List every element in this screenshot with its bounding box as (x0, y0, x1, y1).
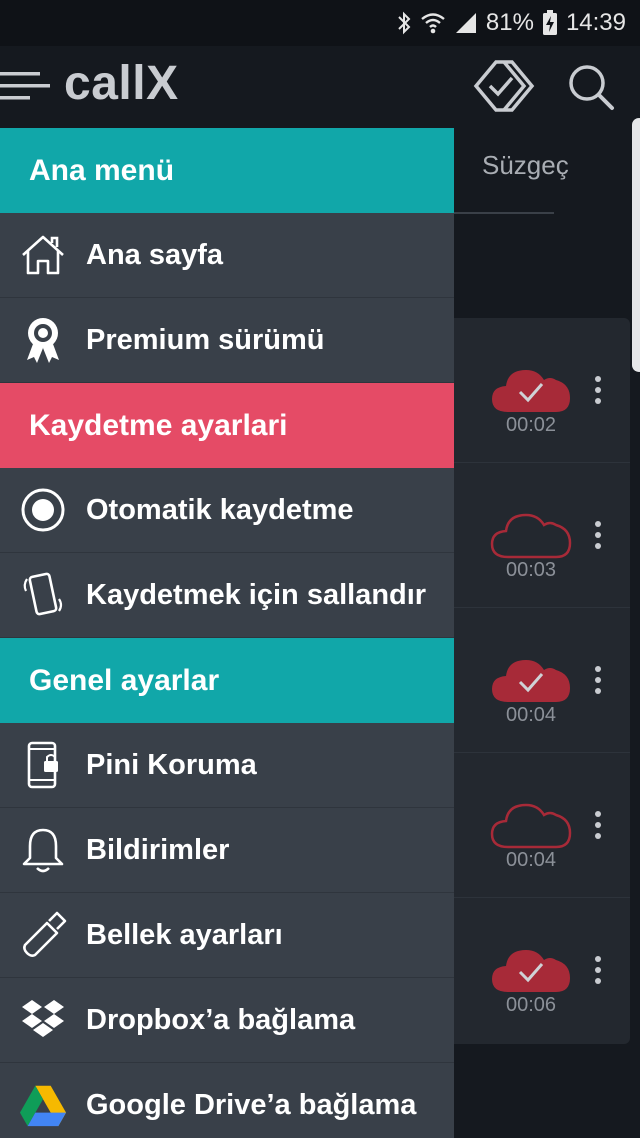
more-options-icon[interactable] (594, 375, 602, 405)
shake-phone-icon (19, 571, 67, 619)
cloud-check-icon[interactable] (490, 942, 572, 994)
menu-item-notifications[interactable]: Bildirimler (0, 808, 454, 893)
battery-percent: 81% (485, 9, 534, 36)
menu-item-google-drive[interactable]: Google Drive’a bağlama (0, 1063, 454, 1138)
menu-item-label: Bellek ayarları (86, 918, 283, 951)
search-icon[interactable] (566, 62, 616, 112)
app-title: callX (64, 57, 179, 110)
signal-icon (455, 13, 476, 33)
record-list: 00:02 00:03 00:04 00:04 00:06 (454, 318, 630, 1044)
menu-item-storage-settings[interactable]: Bellek ayarları (0, 893, 454, 978)
menu-icon[interactable] (0, 68, 52, 104)
radio-record-icon (19, 486, 67, 534)
menu-item-premium[interactable]: Premium sürümü (0, 298, 454, 383)
google-drive-icon (19, 1081, 67, 1129)
record-duration: 00:06 (505, 994, 557, 1016)
menu-item-label: Google Drive’a bağlama (86, 1088, 417, 1121)
dropbox-icon (19, 996, 67, 1044)
menu-item-label: Otomatik kaydetme (86, 493, 354, 526)
cloud-outline-icon[interactable] (490, 507, 572, 559)
check-stack-icon[interactable] (472, 58, 536, 114)
clock: 14:39 (565, 9, 626, 36)
more-options-icon[interactable] (594, 810, 602, 840)
navigation-drawer: Ana menü Ana sayfa Premium sürümü Kaydet… (0, 128, 454, 1138)
menu-item-label: Bildirimler (86, 833, 230, 866)
menu-item-label: Kaydetmek için sallandır (86, 578, 427, 611)
menu-item-label: Ana sayfa (86, 238, 224, 271)
record-row[interactable]: 00:02 (454, 318, 630, 463)
award-ribbon-icon (19, 316, 67, 364)
record-duration: 00:04 (505, 704, 557, 726)
tab-divider (454, 212, 554, 214)
bluetooth-icon (398, 11, 411, 35)
more-options-icon[interactable] (594, 955, 602, 985)
record-row[interactable]: 00:04 (454, 753, 630, 898)
cloud-outline-icon[interactable] (490, 797, 572, 849)
more-options-icon[interactable] (594, 665, 602, 695)
battery-charging-icon (542, 10, 557, 35)
section-header-recording: Kaydetme ayarlari (0, 383, 454, 468)
menu-item-label: Dropbox’a bağlama (86, 1003, 356, 1036)
menu-item-pin-protection[interactable]: Pini Koruma (0, 723, 454, 808)
menu-item-label: Pini Koruma (86, 748, 257, 781)
bell-icon (19, 826, 67, 874)
menu-item-shake-to-record[interactable]: Kaydetmek için sallandır (0, 553, 454, 638)
side-panel-handle[interactable] (632, 118, 640, 372)
record-duration: 00:03 (505, 559, 557, 581)
section-header-general: Genel ayarlar (0, 638, 454, 723)
section-header-main: Ana menü (0, 128, 454, 213)
cloud-check-icon[interactable] (490, 362, 572, 414)
cloud-check-icon[interactable] (490, 652, 572, 704)
record-row[interactable]: 00:03 (454, 463, 630, 608)
record-row[interactable]: 00:06 (454, 898, 630, 1043)
phone-lock-icon (19, 741, 67, 789)
record-duration: 00:04 (505, 849, 557, 871)
menu-item-auto-record[interactable]: Otomatik kaydetme (0, 468, 454, 553)
home-icon (19, 231, 67, 279)
app-bar: callX (0, 46, 640, 128)
more-options-icon[interactable] (594, 520, 602, 550)
menu-item-home[interactable]: Ana sayfa (0, 213, 454, 298)
wifi-icon (421, 13, 445, 34)
menu-item-label: Premium sürümü (86, 323, 325, 356)
menu-item-dropbox[interactable]: Dropbox’a bağlama (0, 978, 454, 1063)
usb-stick-icon (19, 911, 67, 959)
status-bar: 81% 14:39 (0, 0, 640, 46)
tab-filter[interactable]: Süzgeç (482, 150, 569, 181)
record-duration: 00:02 (505, 414, 557, 436)
record-row[interactable]: 00:04 (454, 608, 630, 753)
